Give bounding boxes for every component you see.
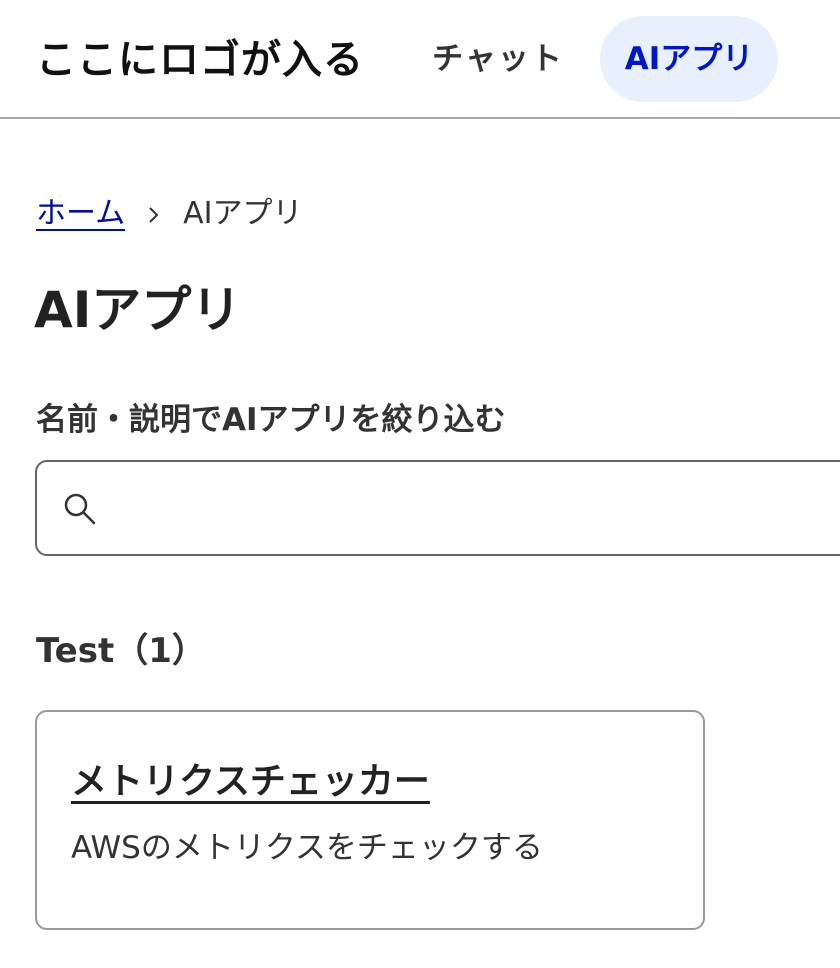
nav-item-chat[interactable]: チャット bbox=[414, 16, 582, 102]
section-title: Test（1） bbox=[36, 631, 206, 671]
logo[interactable]: ここにロゴが入る bbox=[36, 30, 364, 90]
app-card[interactable]: メトリクスチェッカー AWSのメトリクスをチェックする bbox=[35, 710, 705, 930]
app-card-description: AWSのメトリクスをチェックする bbox=[71, 830, 543, 866]
search-input[interactable] bbox=[117, 464, 840, 552]
filter-label: 名前・説明でAIアプリを絞り込む bbox=[36, 402, 506, 438]
breadcrumb-current: AIアプリ bbox=[183, 196, 303, 231]
nav-item-ai-app[interactable]: AIアプリ bbox=[600, 16, 778, 102]
breadcrumb-home-link[interactable]: ホーム bbox=[36, 192, 125, 236]
chevron-right-icon bbox=[125, 192, 183, 236]
app-header: ここにロゴが入る チャット AIアプリ bbox=[0, 0, 840, 119]
page-title: AIアプリ bbox=[34, 281, 242, 339]
search-field[interactable] bbox=[35, 460, 840, 556]
search-icon bbox=[63, 492, 97, 526]
app-card-title-link[interactable]: メトリクスチェッカー bbox=[71, 756, 430, 808]
breadcrumb: ホーム AIアプリ bbox=[36, 192, 302, 236]
